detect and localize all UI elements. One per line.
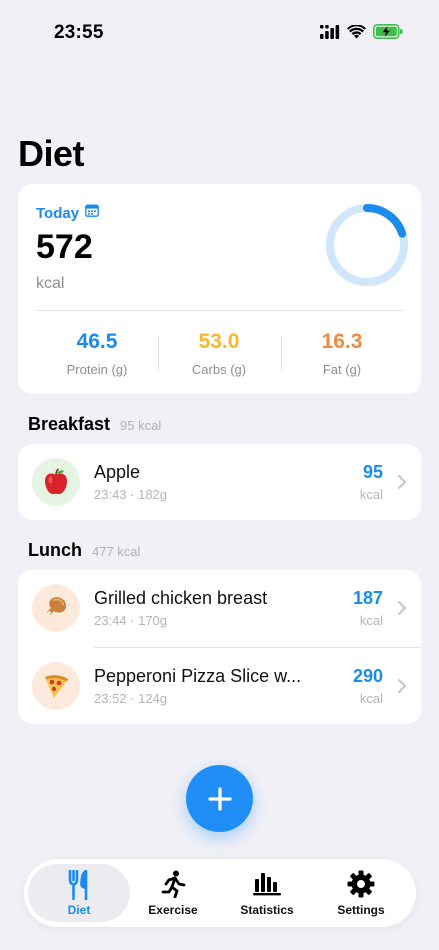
meal-section-header: Lunch 477 kcal [28,540,140,561]
macro-protein: 46.5 Protein (g) [36,330,158,377]
meal-title: Breakfast [28,414,111,434]
carbs-value: 53.0 [198,330,240,353]
page-title: Diet [18,133,85,174]
tab-label: Settings [337,903,385,917]
date-selector[interactable]: Today [36,204,99,222]
food-kcal: 187 [352,588,383,608]
apple-icon [32,458,80,506]
food-meta: 23:44 · 170g [94,613,168,628]
total-kcal-unit: kcal [36,275,65,292]
daily-summary-card[interactable]: Today 572 kcal 46.5 Protein (g) 53.0 Car… [18,184,421,394]
meal-kcal: 477 kcal [92,544,141,559]
food-meta: 23:43 · 182g [94,487,168,502]
summary-divider [36,310,403,311]
battery-charging-icon [373,24,403,44]
tab-label: Exercise [148,903,198,917]
meal-section-header: Breakfast 95 kcal [28,414,161,435]
bar-chart-icon [216,870,318,896]
macro-fat: 16.3 Fat (g) [281,330,403,377]
plus-icon [207,786,232,811]
protein-label: Protein (g) [66,362,128,377]
meal-card-lunch: Grilled chicken breast 23:44 · 170g 187 … [18,570,421,724]
food-meta: 23:52 · 124g [94,691,168,706]
calendar-icon [85,204,99,222]
food-row[interactable]: Grilled chicken breast 23:44 · 170g 187 … [18,570,421,646]
food-kcal-unit: kcal [359,613,383,628]
pizza-icon [32,662,80,710]
today-label: Today [36,204,80,222]
protein-value: 46.5 [76,330,118,353]
tab-label: Diet [67,903,91,917]
tab-exercise[interactable]: Exercise [122,864,224,922]
gear-icon [310,870,412,898]
food-row[interactable]: Pepperoni Pizza Slice w... 23:52 · 124g … [18,648,421,724]
calorie-progress-ring [326,204,408,286]
carbs-label: Carbs (g) [191,362,247,377]
meal-title: Lunch [28,540,82,560]
food-kcal-unit: kcal [359,691,383,706]
status-icons [320,23,403,44]
running-icon [122,870,224,898]
food-row[interactable]: Apple 23:43 · 182g 95 kcal [18,444,421,520]
food-kcal: 95 [362,462,383,482]
chevron-right-icon [398,475,406,489]
tab-bar: Diet Exercise Statistics Settings [24,859,416,927]
cellular-signal-icon [320,24,340,44]
chevron-right-icon [398,679,406,693]
fat-label: Fat (g) [322,362,362,377]
meal-card-breakfast: Apple 23:43 · 182g 95 kcal [18,444,421,520]
food-name: Pepperoni Pizza Slice w... [94,666,302,686]
tab-diet[interactable]: Diet [28,864,130,922]
fat-value: 16.3 [321,330,363,353]
status-time: 23:55 [54,22,104,43]
meal-kcal: 95 kcal [120,418,162,433]
add-food-button[interactable] [186,765,253,832]
status-bar: 23:55 [0,0,439,66]
food-name: Grilled chicken breast [94,588,268,608]
macro-carbs: 53.0 Carbs (g) [158,330,280,377]
chevron-right-icon [398,601,406,615]
total-kcal-value: 572 [36,228,93,266]
food-kcal: 290 [352,666,383,686]
wifi-icon [347,23,366,44]
chicken-leg-icon [32,584,80,632]
food-name: Apple [94,462,141,482]
food-kcal-unit: kcal [359,487,383,502]
fork-knife-icon [28,870,130,900]
tab-settings[interactable]: Settings [310,864,412,922]
tab-statistics[interactable]: Statistics [216,864,318,922]
tab-label: Statistics [240,903,294,917]
